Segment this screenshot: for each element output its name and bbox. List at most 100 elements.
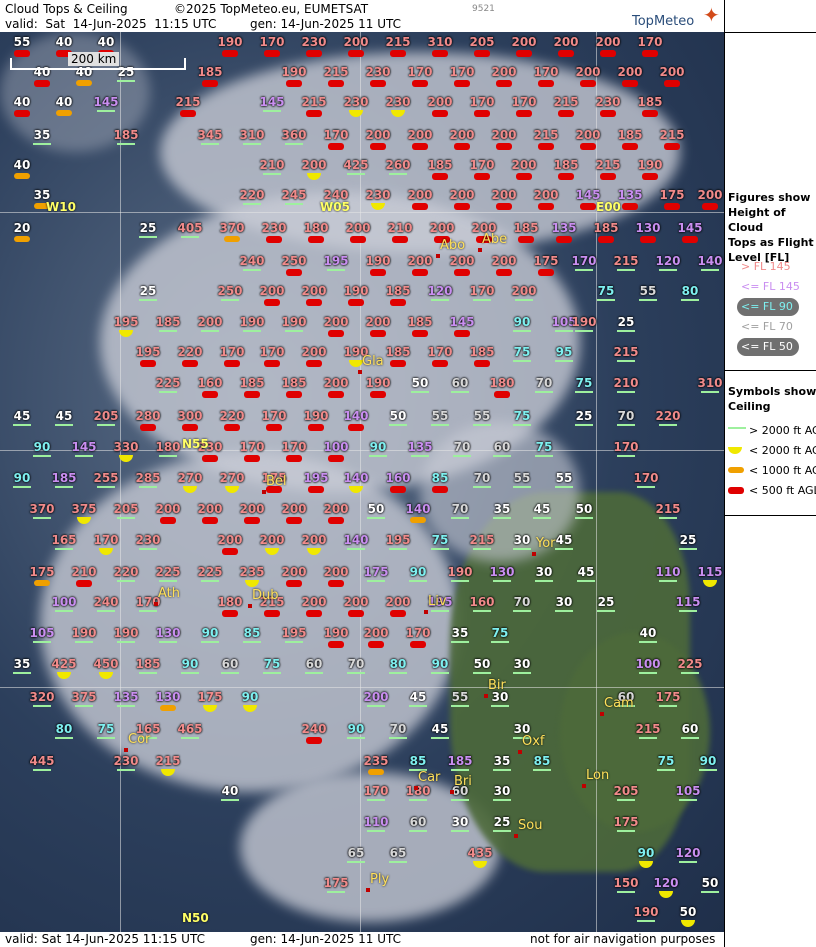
cloud-top-value: 45 bbox=[555, 533, 573, 547]
ceiling-500-icon bbox=[370, 330, 386, 337]
ceiling-500-icon bbox=[454, 80, 470, 87]
city-label: Cam bbox=[604, 696, 634, 711]
cloud-top-value: 200 bbox=[491, 65, 517, 79]
ceiling-high-icon bbox=[617, 391, 635, 393]
ceiling-500-icon bbox=[34, 80, 50, 87]
ceiling-high-icon bbox=[639, 672, 657, 674]
cloud-top-value: 55 bbox=[513, 471, 531, 485]
ceiling-500-icon bbox=[368, 641, 384, 648]
ceiling-high-icon bbox=[243, 641, 261, 643]
cloud-top-value: 170 bbox=[219, 345, 245, 359]
ceiling-500-icon bbox=[454, 143, 470, 150]
ceiling-500-icon bbox=[286, 455, 302, 462]
ceiling-high-icon bbox=[367, 580, 385, 582]
cloud-top-value: 55 bbox=[13, 35, 31, 49]
cloud-top-value: 220 bbox=[177, 345, 203, 359]
cloud-top-value: 90 bbox=[637, 846, 655, 860]
ceiling-2000-icon bbox=[119, 455, 133, 462]
cloud-top-value: 210 bbox=[387, 221, 413, 235]
ceiling-high-icon bbox=[451, 391, 469, 393]
cloud-top-value: 230 bbox=[385, 95, 411, 109]
cloud-top-value: 90 bbox=[347, 722, 365, 736]
ceiling-high-icon bbox=[13, 486, 31, 488]
ceiling-500-icon bbox=[328, 580, 344, 587]
cloud-top-value: 370 bbox=[29, 502, 55, 516]
cloud-top-value: 40 bbox=[639, 626, 657, 640]
cloud-top-value: 25 bbox=[139, 221, 157, 235]
ceiling-high-icon bbox=[493, 517, 511, 519]
ceiling-high-icon bbox=[117, 80, 135, 82]
cloud-top-value: 25 bbox=[679, 533, 697, 547]
ceiling-high-icon bbox=[659, 269, 677, 271]
ceiling-high-icon bbox=[451, 830, 469, 832]
ceiling-500-icon bbox=[266, 236, 282, 243]
cloud-top-value: 175 bbox=[29, 565, 55, 579]
ceiling-500-icon bbox=[664, 203, 680, 210]
cloud-top-value: 90 bbox=[33, 440, 51, 454]
city-label: Abe bbox=[482, 232, 508, 247]
cloud-top-value: 175 bbox=[533, 254, 559, 268]
cloud-top-value: 345 bbox=[197, 128, 223, 142]
ceiling-high-icon bbox=[389, 737, 407, 739]
ceiling-high-icon bbox=[493, 580, 511, 582]
cloud-top-value: 160 bbox=[385, 471, 411, 485]
ceiling-high-icon bbox=[389, 672, 407, 674]
cloud-top-value: 200 bbox=[575, 128, 601, 142]
ceiling-500-icon bbox=[202, 80, 218, 87]
ceiling-500-icon bbox=[370, 143, 386, 150]
ceiling-high-icon bbox=[75, 641, 93, 643]
ceiling-high-icon bbox=[728, 427, 746, 429]
ceiling-high-icon bbox=[473, 486, 491, 488]
ceiling-high-icon bbox=[181, 236, 199, 238]
ceiling-high-icon bbox=[699, 769, 717, 771]
city-marker-icon bbox=[248, 604, 252, 608]
cloud-top-value: 40 bbox=[55, 35, 73, 49]
cloud-top-value: 30 bbox=[535, 565, 553, 579]
cloud-top-value: 75 bbox=[597, 284, 615, 298]
ceiling-500-icon bbox=[392, 236, 408, 243]
ceiling-high-icon bbox=[575, 330, 593, 332]
cloud-top-value: 90 bbox=[201, 626, 219, 640]
ceiling-2000-icon bbox=[639, 861, 653, 868]
cloud-top-value: 200 bbox=[511, 35, 537, 49]
legend-divider bbox=[725, 515, 816, 516]
legend-symbols-line: Symbols show bbox=[728, 385, 816, 398]
cloud-top-value: 175 bbox=[659, 188, 685, 202]
ceiling-500-icon bbox=[328, 391, 344, 398]
cloud-top-value: 170 bbox=[533, 65, 559, 79]
cloud-top-value: 195 bbox=[323, 254, 349, 268]
cloud-top-value: 230 bbox=[261, 221, 287, 235]
cloud-top-value: 85 bbox=[243, 626, 261, 640]
cloud-top-value: 215 bbox=[655, 502, 681, 516]
ceiling-500-icon bbox=[140, 424, 156, 431]
ceiling-500-icon bbox=[622, 80, 638, 87]
cloud-top-value: 450 bbox=[93, 657, 119, 671]
cloud-top-value: 200 bbox=[491, 188, 517, 202]
ceiling-500-icon bbox=[496, 143, 512, 150]
city-label: Abo bbox=[440, 238, 466, 253]
city-marker-icon bbox=[600, 712, 604, 716]
cloud-top-value: 70 bbox=[347, 657, 365, 671]
satellite-map[interactable]: 55 40 40 190 170 230 200 215 310 205 200 200 200 170 4… bbox=[0, 32, 724, 932]
ceiling-500-icon bbox=[580, 80, 596, 87]
cloud-top-value: 45 bbox=[55, 409, 73, 423]
topmeteo-logo: TopMeteo bbox=[632, 14, 695, 29]
legend-figures-title: Figures show Height of Cloud Tops as Fli… bbox=[728, 190, 816, 265]
city-marker-icon bbox=[450, 790, 454, 794]
cloud-top-value: 185 bbox=[155, 315, 181, 329]
ceiling-500-icon bbox=[264, 360, 280, 367]
ceiling-high-icon bbox=[451, 641, 469, 643]
cloud-top-value: 30 bbox=[513, 533, 531, 547]
city-marker-icon bbox=[358, 370, 362, 374]
ceiling-high-icon bbox=[221, 672, 239, 674]
ceiling-500-icon bbox=[390, 486, 406, 493]
cloud-top-value: 170 bbox=[469, 95, 495, 109]
cloud-top-value: 200 bbox=[343, 35, 369, 49]
ceiling-high-icon bbox=[617, 269, 635, 271]
ceiling-high-icon bbox=[33, 641, 51, 643]
ceiling-500-icon bbox=[454, 330, 470, 337]
cloud-top-value: 55 bbox=[473, 409, 491, 423]
city-marker-icon bbox=[366, 888, 370, 892]
ceiling-500-icon bbox=[370, 80, 386, 87]
cloud-top-value: 445 bbox=[29, 754, 55, 768]
